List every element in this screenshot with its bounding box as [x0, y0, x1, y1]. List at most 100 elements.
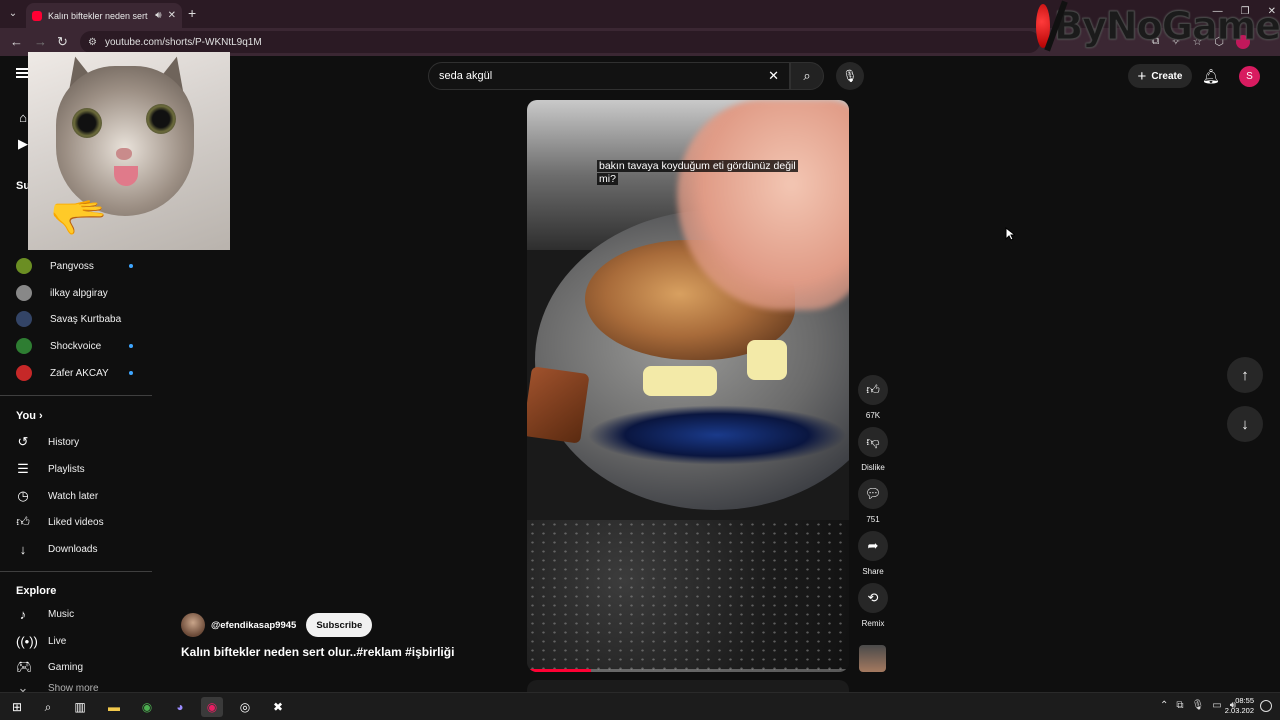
- tray-app-icon[interactable]: ⧉: [1176, 700, 1183, 711]
- cat-eye: [146, 104, 176, 134]
- search-button[interactable]: ⌕: [790, 62, 824, 90]
- forward-icon[interactable]: →: [34, 34, 47, 49]
- create-button[interactable]: + Create: [1128, 64, 1192, 88]
- chevron-down-icon: ⌄: [17, 684, 29, 692]
- taskbar-search-icon[interactable]: ⌕: [37, 697, 59, 717]
- sidebar-item-gaming[interactable]: 🎮︎ Gaming: [16, 657, 83, 677]
- share-label: Share: [862, 567, 884, 576]
- next-short-preview[interactable]: [527, 680, 849, 692]
- sidebar-item-downloads[interactable]: ↓ Downloads: [16, 539, 98, 559]
- obs-icon[interactable]: ◎: [234, 697, 256, 717]
- channel-avatar[interactable]: [181, 613, 205, 637]
- channel-name: ilkay alpgiray: [50, 287, 108, 299]
- tab-close-icon[interactable]: ✕: [168, 10, 176, 21]
- file-explorer-icon[interactable]: ▬: [103, 697, 125, 717]
- url-bar[interactable]: ⚙ youtube.com/shorts/P-WKNtL9q1M: [80, 31, 1040, 53]
- video-frame-burner: [587, 405, 847, 465]
- clock-time: 08:55: [1235, 696, 1254, 705]
- voice-search-button[interactable]: 🎙︎: [836, 62, 864, 90]
- comments-button[interactable]: 💬︎: [858, 479, 888, 509]
- sidebar-item-sub-1[interactable]: ilkay alpgiray: [16, 283, 108, 303]
- mouse-cursor-icon: [1005, 227, 1015, 241]
- channel-info: @efendikasap9945 Subscribe: [181, 613, 373, 637]
- like-button[interactable]: 👍︎: [858, 375, 888, 405]
- remix-icon: ⟲: [867, 590, 879, 605]
- back-icon[interactable]: ←: [10, 34, 23, 49]
- chrome-profile-icon[interactable]: ◉: [201, 697, 223, 717]
- remix-label: Remix: [861, 619, 885, 628]
- youtube-favicon-icon: [32, 10, 42, 21]
- watch-later-icon: ◷: [17, 488, 29, 503]
- sidebar-item-label: Playlists: [48, 463, 85, 475]
- next-short-button[interactable]: ↓: [1227, 406, 1263, 442]
- sidebar-item-liked-videos[interactable]: 👍︎ Liked videos: [16, 512, 104, 532]
- comments-action[interactable]: 💬︎ 751: [857, 479, 889, 524]
- notifications-bell-icon[interactable]: 🔔︎: [1202, 68, 1220, 85]
- sidebar-item-music[interactable]: ♪ Music: [16, 604, 74, 624]
- video-frame-butter: [747, 340, 787, 380]
- history-icon: ↺: [17, 434, 29, 449]
- sidebar-item-watch-later[interactable]: ◷ Watch later: [16, 486, 98, 506]
- reload-icon[interactable]: ↻: [57, 34, 68, 50]
- sidebar-item-sub-0[interactable]: Pangvoss: [16, 256, 94, 276]
- sidebar-item-playlists[interactable]: ☰ Playlists: [16, 459, 85, 479]
- remix-button[interactable]: ⟲: [858, 583, 888, 613]
- channel-avatar: [16, 365, 32, 381]
- discord-icon[interactable]: ◕: [169, 697, 191, 717]
- browser-tab[interactable]: Kalın biftekler neden sert ol 🔊︎ ✕: [26, 3, 182, 28]
- comment-icon: 💬︎: [864, 486, 882, 501]
- site-info-icon[interactable]: ⚙: [88, 37, 97, 48]
- video-caption-text: bakın tavaya koyduğum eti gördünüz değil…: [597, 160, 798, 185]
- like-action[interactable]: 👍︎ 67K: [857, 375, 889, 420]
- cat-nose: [116, 148, 132, 160]
- dislike-button[interactable]: 👎︎: [858, 427, 888, 457]
- short-title[interactable]: Kalın biftekler neden sert olur..#reklam…: [181, 645, 454, 659]
- remix-action[interactable]: ⟲ Remix: [857, 583, 889, 628]
- sidebar-item-sub-3[interactable]: Shockvoice: [16, 336, 101, 356]
- sidebar-item-show-more[interactable]: ⌄ Show more: [16, 684, 99, 692]
- url-text: youtube.com/shorts/P-WKNtL9q1M: [104, 36, 262, 48]
- search-input[interactable]: seda akgül ✕: [428, 62, 790, 90]
- task-view-icon[interactable]: ▥: [69, 697, 91, 717]
- create-label: Create: [1151, 70, 1183, 82]
- clear-search-icon[interactable]: ✕: [768, 68, 779, 84]
- share-button[interactable]: ➦: [858, 531, 888, 561]
- liked-videos-icon: 👍︎: [16, 514, 30, 529]
- sound-thumbnail[interactable]: [859, 645, 886, 672]
- sidebar-item-sub-2[interactable]: Savaş Kurtbaba: [16, 309, 121, 329]
- sidebar-item-live[interactable]: ((•)) Live: [16, 631, 66, 651]
- sidebar-item-sub-4[interactable]: Zafer AKCAY: [16, 363, 109, 383]
- short-video-player[interactable]: bakın tavaya koyduğum eti gördünüz değil…: [527, 100, 849, 672]
- downloads-icon: ↓: [19, 541, 27, 557]
- tab-search-dropdown-icon[interactable]: ⌄: [4, 5, 22, 23]
- sidebar-item-label: Watch later: [48, 490, 99, 502]
- chrome-icon[interactable]: ◉: [136, 697, 158, 717]
- new-tab-icon[interactable]: +: [188, 5, 196, 21]
- channel-name: Shockvoice: [50, 340, 102, 352]
- tray-mic-icon[interactable]: 🎙︎: [1192, 700, 1205, 711]
- notification-center-icon[interactable]: [1260, 700, 1272, 712]
- system-clock[interactable]: 08:55 2.03.202: [1225, 696, 1254, 716]
- tray-chevron-icon[interactable]: ⌃: [1160, 700, 1168, 711]
- sidebar-item-label: Liked videos: [48, 516, 104, 528]
- channel-name: Zafer AKCAY: [50, 367, 109, 379]
- channel-handle[interactable]: @efendikasap9945: [211, 620, 296, 631]
- windows-taskbar: ⊞ ⌕ ▥ ▬ ◉ ◕ ◉ ◎ ✖ ⌃ ⧉ 🎙︎ ▭ 🔊︎ 08:55 2.03…: [0, 692, 1280, 720]
- dislike-action[interactable]: 👎︎ Dislike: [857, 427, 889, 472]
- live-icon: ((•)): [16, 633, 38, 649]
- video-progress-bar[interactable]: [527, 669, 849, 672]
- previous-short-button[interactable]: ↑: [1227, 357, 1263, 393]
- share-action[interactable]: ➦ Share: [857, 531, 889, 576]
- you-section-title[interactable]: You ›: [16, 410, 43, 422]
- account-avatar[interactable]: S: [1239, 66, 1260, 87]
- audio-playing-icon[interactable]: 🔊︎: [155, 10, 161, 21]
- subscribe-button[interactable]: Subscribe: [306, 613, 373, 637]
- music-icon: ♪: [19, 606, 27, 622]
- app-icon[interactable]: ✖: [267, 697, 289, 717]
- sidebar-item-history[interactable]: ↺ History: [16, 432, 80, 452]
- video-caption: bakın tavaya koyduğum eti gördünüz değil…: [597, 160, 807, 186]
- sidebar-item-label: Gaming: [48, 661, 84, 673]
- network-icon[interactable]: ▭: [1212, 700, 1221, 711]
- windows-start-icon[interactable]: ⊞: [6, 697, 28, 717]
- video-progress-fill: [527, 669, 592, 672]
